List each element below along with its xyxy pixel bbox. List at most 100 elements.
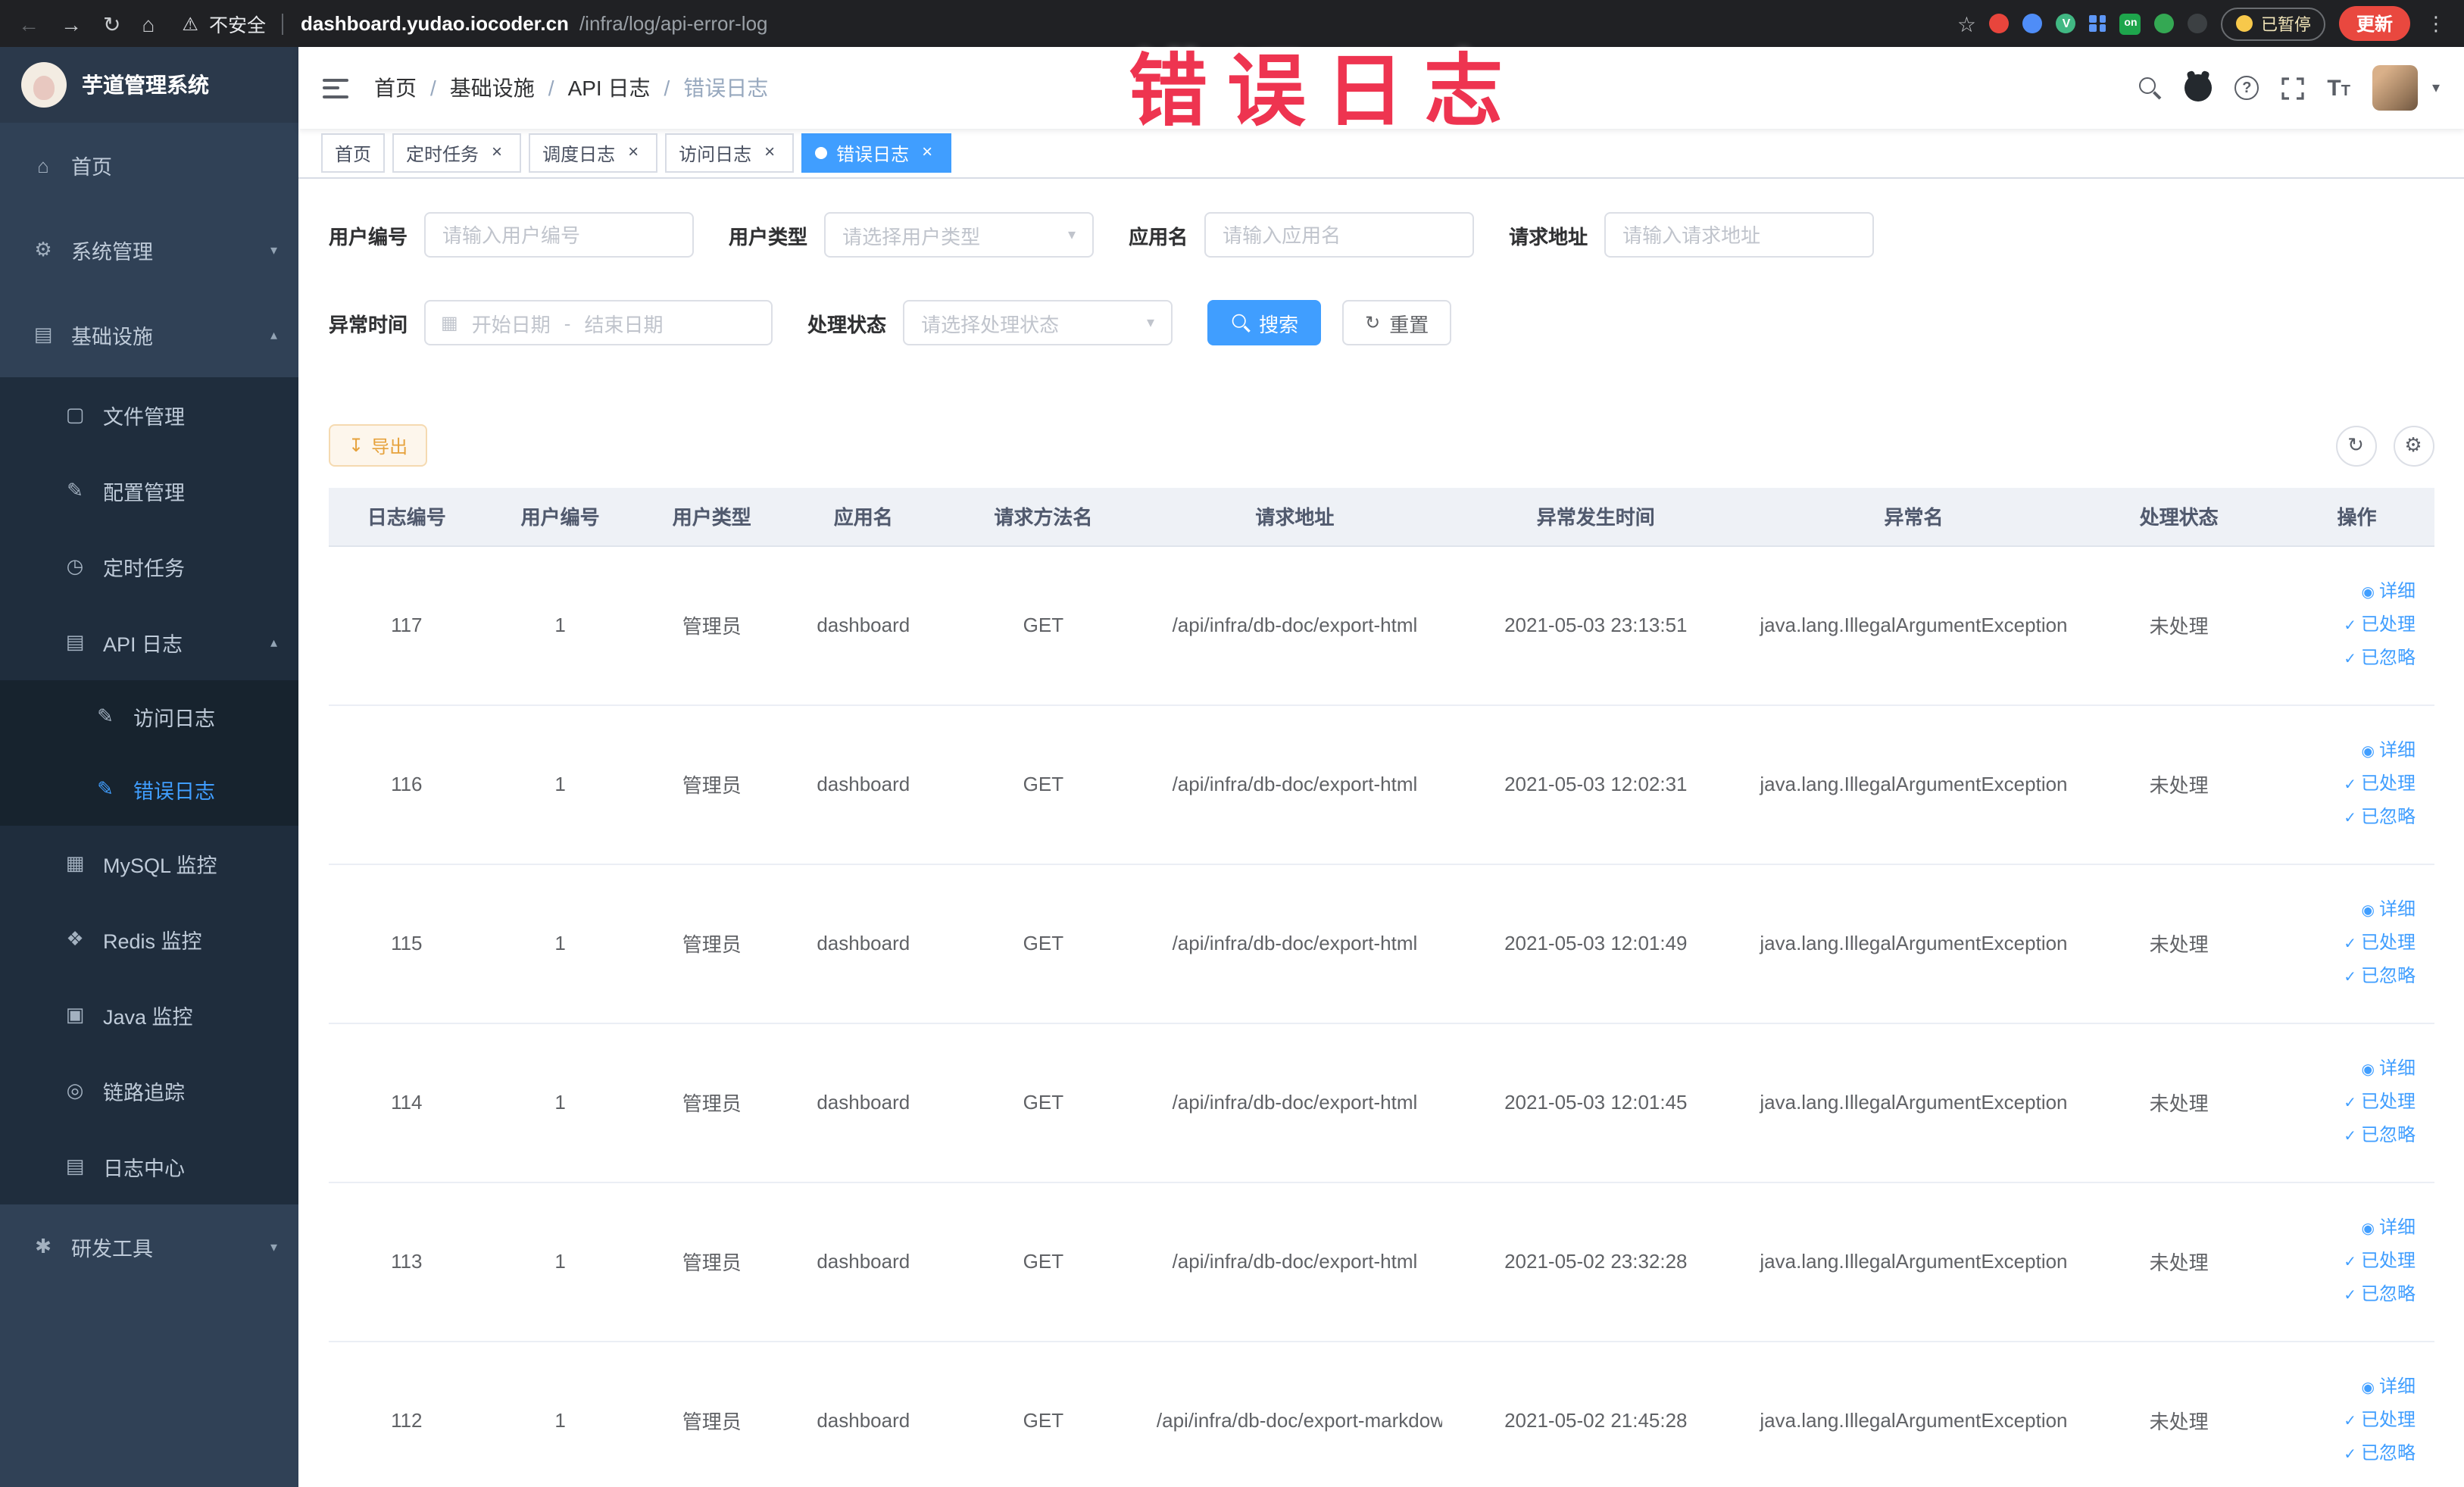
processed-link[interactable]: ✓ 已处理 [2289, 1404, 2416, 1437]
tab-job-log[interactable]: 调度日志 × [529, 133, 658, 173]
extension-red-icon[interactable] [1989, 14, 2010, 33]
detail-link[interactable]: ◉ 详细 [2289, 1052, 2416, 1086]
sidebar-item-home[interactable]: ⌂ 首页 [0, 123, 298, 208]
table-toolbar: ↧ 导出 ↻ ⚙ [329, 424, 2434, 467]
ignore-link[interactable]: ✓ 已忽略 [2289, 801, 2416, 834]
reload-icon[interactable]: ↻ [103, 13, 120, 34]
processed-link[interactable]: ✓ 已处理 [2289, 1245, 2416, 1278]
sidebar-item-trace[interactable]: ◎ 链路追踪 [0, 1053, 298, 1129]
tab-error-log[interactable]: 错误日志 × [801, 133, 952, 173]
home-icon[interactable]: ⌂ [142, 13, 155, 34]
access-log-icon: ✎ [97, 704, 114, 727]
github-icon[interactable] [2184, 74, 2213, 102]
sidebar-item-job[interactable]: ◷ 定时任务 [0, 529, 298, 604]
user-id-input[interactable] [424, 212, 695, 258]
cell-status: 未处理 [2078, 1182, 2280, 1342]
close-icon[interactable]: × [759, 142, 780, 164]
sidebar-item-system[interactable]: ⚙ 系统管理 ▾ [0, 208, 298, 292]
help-icon[interactable]: ? [2234, 76, 2259, 100]
sidebar-item-error-log[interactable]: ✎ 错误日志 [0, 753, 298, 826]
extension-paw-icon[interactable] [2188, 14, 2208, 33]
extension-on-icon[interactable]: on [2119, 13, 2141, 34]
end-date-placeholder: 结束日期 [584, 313, 664, 336]
detail-link[interactable]: ◉ 详细 [2289, 1370, 2416, 1404]
eye-icon: ◉ [2361, 1061, 2375, 1078]
extension-grid-icon[interactable] [2089, 15, 2106, 32]
cell-user-type: 管理员 [636, 1182, 788, 1342]
download-icon: ↧ [348, 435, 364, 456]
reset-button[interactable]: ↻ 重置 [1342, 300, 1452, 345]
detail-link[interactable]: ◉ 详细 [2289, 575, 2416, 608]
ignore-link[interactable]: ✓ 已忽略 [2289, 1119, 2416, 1152]
logo[interactable]: 芋道管理系统 [0, 47, 298, 123]
processed-link[interactable]: ✓ 已处理 [2289, 1086, 2416, 1119]
processed-link[interactable]: ✓ 已处理 [2289, 926, 2416, 960]
cell-id: 115 [329, 864, 485, 1023]
search-button[interactable]: 搜索 [1207, 300, 1322, 345]
tab-job[interactable]: 定时任务 × [392, 133, 522, 173]
chevron-down-icon[interactable]: ▾ [2432, 80, 2440, 96]
bookmark-star-icon[interactable]: ☆ [1957, 13, 1976, 34]
sidebar-item-file[interactable]: ▢ 文件管理 [0, 377, 298, 453]
tab-access-log[interactable]: 访问日志 × [665, 133, 795, 173]
tab-label: 首页 [335, 143, 372, 164]
annotation-error-log: 错误日志 [1129, 48, 1523, 136]
refresh-button[interactable]: ↻ [2335, 425, 2376, 466]
forward-icon[interactable]: → [61, 13, 82, 34]
update-button[interactable]: 更新 [2339, 6, 2409, 41]
processed-link[interactable]: ✓ 已处理 [2289, 608, 2416, 642]
date-range-picker[interactable]: ▦ 开始日期 - 结束日期 [424, 300, 773, 345]
sidebar-item-mysql[interactable]: ▦ MySQL 监控 [0, 826, 298, 901]
cell-exception: java.lang.IllegalArgumentException [1749, 1023, 2078, 1182]
sidebar-item-log-center[interactable]: ▤ 日志中心 [0, 1129, 298, 1204]
avatar[interactable] [2372, 65, 2419, 111]
font-size-icon[interactable]: TT [2327, 77, 2350, 99]
cell-method: GET [938, 1182, 1148, 1342]
sidebar-item-java[interactable]: ▣ Java 监控 [0, 977, 298, 1053]
sidebar-item-api-log[interactable]: ▤ API 日志 ▴ [0, 604, 298, 680]
ignore-link[interactable]: ✓ 已忽略 [2289, 1437, 2416, 1470]
chevron-down-icon: ▾ [270, 1239, 277, 1254]
breadcrumb-item-home[interactable]: 首页 [374, 73, 417, 103]
detail-link[interactable]: ◉ 详细 [2289, 1211, 2416, 1245]
sidebar-item-access-log[interactable]: ✎ 访问日志 [0, 680, 298, 753]
logo-title: 芋道管理系统 [82, 73, 209, 97]
settings-button[interactable]: ⚙ [2393, 425, 2434, 466]
ignore-link[interactable]: ✓ 已忽略 [2289, 642, 2416, 675]
back-icon[interactable]: ← [18, 13, 39, 34]
ignore-link[interactable]: ✓ 已忽略 [2289, 960, 2416, 993]
ignore-link[interactable]: ✓ 已忽略 [2289, 1278, 2416, 1311]
breadcrumb-item-infra[interactable]: 基础设施 [450, 73, 535, 103]
extension-blue-icon[interactable] [2022, 14, 2043, 33]
process-status-select[interactable]: 请选择处理状态 ▾ [903, 300, 1173, 345]
tab-home[interactable]: 首页 [321, 133, 386, 173]
tampermonkey-paused-badge[interactable]: 已暂停 [2221, 7, 2326, 40]
search-icon[interactable] [2139, 77, 2162, 99]
extension-leaf-icon[interactable] [2154, 14, 2175, 33]
fullscreen-icon[interactable] [2281, 77, 2304, 99]
close-icon[interactable]: × [623, 142, 644, 164]
export-button[interactable]: ↧ 导出 [329, 424, 428, 467]
cell-actions: ◉ 详细 ✓ 已处理 ✓ 已忽略 [2280, 1023, 2434, 1182]
request-url-input[interactable] [1604, 212, 1875, 258]
cell-app-name: dashboard [787, 545, 939, 705]
sidebar-item-config[interactable]: ✎ 配置管理 [0, 453, 298, 529]
app-name-input[interactable] [1204, 212, 1475, 258]
detail-link[interactable]: ◉ 详细 [2289, 893, 2416, 926]
reset-button-wrap: ↻ 重置 [1342, 300, 1452, 345]
sidebar-item-devtools[interactable]: ✱ 研发工具 ▾ [0, 1204, 298, 1289]
sidebar-item-infra[interactable]: ▤ 基础设施 ▴ [0, 292, 298, 377]
address-bar[interactable]: ⚠ 不安全 dashboard.yudao.iocoder.cn/infra/l… [182, 9, 1957, 38]
sidebar-item-redis[interactable]: ❖ Redis 监控 [0, 901, 298, 977]
kebab-menu-icon[interactable]: ⋮ [2426, 11, 2446, 36]
processed-link[interactable]: ✓ 已处理 [2289, 767, 2416, 801]
close-icon[interactable]: × [917, 142, 938, 164]
devtools-icon: ✱ [35, 1235, 52, 1257]
hamburger-icon[interactable] [323, 78, 348, 98]
breadcrumb-item-api-log[interactable]: API 日志 [568, 73, 651, 103]
vue-devtools-icon[interactable]: V [2056, 14, 2076, 33]
close-icon[interactable]: × [486, 142, 507, 164]
detail-link[interactable]: ◉ 详细 [2289, 734, 2416, 767]
filter-label: 应用名 [1129, 225, 1188, 248]
user-type-select[interactable]: 请选择用户类型 ▾ [824, 212, 1095, 258]
